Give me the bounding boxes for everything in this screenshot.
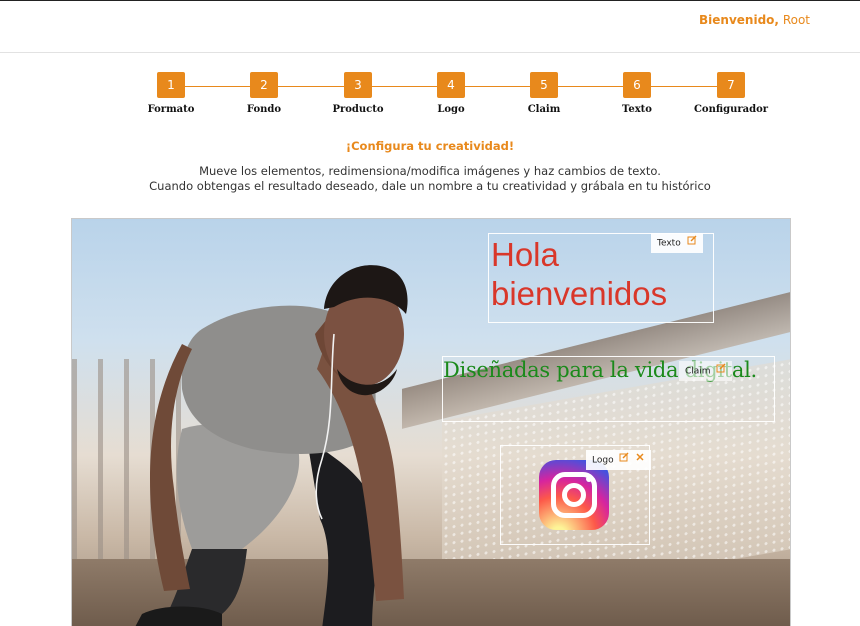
edit-icon[interactable] (619, 450, 629, 470)
step-number: 6 (623, 72, 651, 98)
step-texto[interactable]: 6 Texto (587, 72, 687, 115)
instagram-logo-icon[interactable] (539, 460, 609, 530)
step-fondo[interactable]: 2 Fondo (214, 72, 314, 115)
step-number: 7 (717, 72, 745, 98)
step-number: 2 (250, 72, 278, 98)
step-label: Claim (527, 104, 561, 115)
step-label: Texto (622, 104, 652, 115)
step-configurador[interactable]: 7 Configurador (681, 72, 781, 115)
logo-element[interactable]: Logo (500, 445, 652, 545)
claim-element[interactable]: Diseñadas para la vida digital. Claim (442, 356, 775, 422)
edit-icon[interactable] (687, 233, 697, 253)
text-element[interactable]: Hola bienvenidos Texto (488, 233, 714, 323)
instructions-line-1: Mueve los elementos, redimensiona/modifi… (199, 164, 661, 178)
text-element-tag-label: Texto (657, 238, 681, 249)
step-number: 1 (157, 72, 185, 98)
creative-canvas[interactable]: Hola bienvenidos Texto Diseñadas para la… (71, 218, 791, 626)
step-label: Fondo (246, 104, 282, 115)
user-name[interactable]: Root (783, 13, 810, 27)
instagram-lens (562, 483, 586, 507)
instagram-dot (586, 476, 592, 482)
step-label: Formato (147, 104, 195, 115)
step-label: Configurador (693, 104, 769, 115)
top-bar: Bienvenido, Root (0, 0, 860, 53)
wizard-stepper: 1 Formato 2 Fondo 3 Producto 4 Logo 5 Cl… (0, 72, 860, 122)
step-formato[interactable]: 1 Formato (121, 72, 221, 115)
close-icon[interactable] (635, 450, 645, 470)
logo-element-tag-label: Logo (592, 455, 614, 466)
edit-icon[interactable] (716, 361, 726, 381)
step-label: Producto (332, 104, 384, 115)
step-claim[interactable]: 5 Claim (494, 72, 594, 115)
step-label: Logo (437, 104, 465, 115)
instructions-line-2: Cuando obtengas el resultado deseado, da… (149, 179, 711, 193)
step-logo[interactable]: 4 Logo (401, 72, 501, 115)
welcome-message: Bienvenido, Root (699, 13, 810, 27)
claim-element-tag-label: Claim (685, 366, 711, 377)
claim-element-tag[interactable]: Claim (679, 361, 733, 381)
logo-element-tag[interactable]: Logo (586, 450, 652, 470)
page-title: ¡Configura tu creatividad! (345, 139, 515, 153)
step-number: 5 (530, 72, 558, 98)
step-producto[interactable]: 3 Producto (308, 72, 408, 115)
welcome-label: Bienvenido, (699, 13, 779, 27)
step-number: 4 (437, 72, 465, 98)
step-number: 3 (344, 72, 372, 98)
instructions: Mueve los elementos, redimensiona/modifi… (0, 164, 860, 194)
text-element-tag[interactable]: Texto (651, 233, 703, 253)
